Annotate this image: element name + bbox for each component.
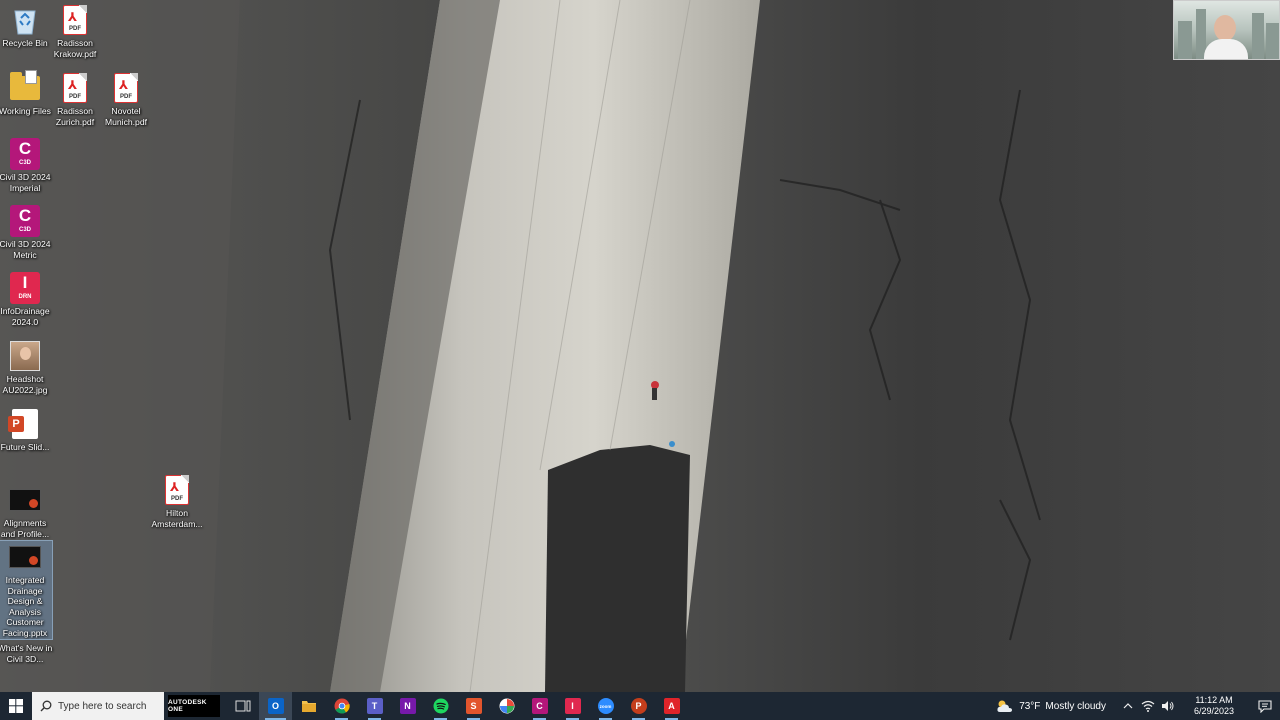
recycle-bin-icon	[9, 4, 41, 36]
desktop-icon-civil3d-metric[interactable]: C C3D Civil 3D 2024 Metric	[0, 205, 52, 260]
search-icon	[40, 700, 52, 712]
snagit-icon: S	[465, 698, 482, 714]
zoom-icon: zoom	[597, 698, 614, 714]
desktop-icon-alignments[interactable]: Alignments and Profile...	[0, 484, 52, 539]
outlook-icon: O	[267, 698, 284, 714]
desktop-icon-future-slides[interactable]: P Future Slid...	[0, 408, 52, 453]
search-placeholder: Type here to search	[58, 700, 147, 712]
desktop-icon-working-files[interactable]: Working Files	[0, 70, 52, 117]
taskbar-clock[interactable]: 11:12 AM 6/29/2023	[1178, 695, 1250, 717]
pdf-file-icon: ⅄ PDF	[59, 72, 91, 104]
notification-center-button[interactable]	[1250, 699, 1280, 713]
desktop-icon-label: Alignments and Profile...	[0, 518, 50, 539]
acrobat-icon: A	[663, 698, 680, 714]
spotify-icon	[433, 698, 448, 714]
desktop-icon-pdf-munich[interactable]: ⅄ PDF Novotel Munich.pdf	[99, 72, 153, 127]
windows-logo-icon	[9, 699, 23, 713]
taskbar-snagit[interactable]: S	[457, 692, 490, 720]
desktop-icon-recycle-bin[interactable]: Recycle Bin	[0, 4, 52, 49]
clock-date: 6/29/2023	[1193, 706, 1235, 716]
powerpoint-icon: P	[630, 698, 647, 714]
infodrainage-icon: I	[564, 698, 581, 714]
infodrainage-app-icon: I DRN	[9, 272, 41, 304]
globe-app-icon	[499, 698, 514, 714]
volume-speaker-icon[interactable]	[1160, 698, 1176, 714]
weather-widget[interactable]: 73°F Mostly cloudy	[996, 699, 1106, 713]
civil3d-icon: C	[531, 698, 548, 714]
civil3d-app-icon: C C3D	[9, 205, 41, 237]
desktop-icon-whats-new[interactable]: What's New in Civil 3D...	[0, 641, 52, 664]
desktop-icon-pdf-krakow[interactable]: ⅄ PDF Radisson Krakow.pdf	[48, 4, 102, 59]
folder-icon	[9, 70, 41, 104]
notification-icon	[1258, 699, 1272, 713]
taskbar-civil3d[interactable]: C	[523, 692, 556, 720]
pdf-file-icon: ⅄ PDF	[110, 72, 142, 104]
desktop-wallpaper	[0, 0, 1280, 692]
desktop-icon-label: Headshot AU2022.jpg	[2, 374, 48, 395]
taskbar-spotify[interactable]	[424, 692, 457, 720]
desktop-icon-headshot[interactable]: Headshot AU2022.jpg	[0, 340, 52, 395]
webcam-overlay	[1173, 0, 1280, 60]
desktop-icon-label: Civil 3D 2024 Imperial	[0, 172, 51, 193]
desktop-icon-pdf-zurich[interactable]: ⅄ PDF Radisson Zurich.pdf	[48, 72, 102, 127]
desktop-icon-label: Integrated Drainage Design & Analysis Cu…	[2, 575, 48, 638]
taskbar-acrobat[interactable]: A	[655, 692, 688, 720]
taskbar-search-box[interactable]: Type here to search	[32, 692, 164, 720]
taskbar-chrome[interactable]	[325, 692, 358, 720]
desktop-icon-label: Civil 3D 2024 Metric	[0, 239, 51, 260]
chrome-icon	[334, 698, 350, 714]
desktop-icon-label: InfoDrainage 2024.0	[0, 306, 50, 327]
pdf-file-icon: ⅄ PDF	[59, 4, 91, 36]
presentation-thumbnail-icon	[9, 484, 41, 516]
taskbar-infodrainage[interactable]: I	[556, 692, 589, 720]
clock-time: 11:12 AM	[1195, 695, 1233, 705]
powerpoint-file-icon: P	[8, 408, 41, 440]
taskbar-onenote[interactable]: N	[391, 692, 424, 720]
taskbar-task-view[interactable]	[226, 692, 259, 720]
taskbar-outlook[interactable]: O	[259, 692, 292, 720]
show-hidden-icons-chevron-icon[interactable]	[1120, 698, 1136, 714]
pdf-file-icon: ⅄ PDF	[161, 474, 193, 506]
system-tray: 73°F Mostly cloudy 11:12 AM 6/29/2023	[996, 692, 1280, 720]
taskbar: Type here to search AUTODESK ONE O T N S…	[0, 692, 1280, 720]
taskbar-file-explorer[interactable]	[292, 692, 325, 720]
folder-icon	[301, 701, 316, 712]
presentation-thumbnail-icon	[9, 541, 41, 573]
cloud-sun-icon	[997, 700, 1013, 712]
weather-temperature: 73°F	[1019, 700, 1041, 712]
autodesk-one-button[interactable]: AUTODESK ONE	[168, 695, 220, 717]
network-wifi-icon[interactable]	[1140, 698, 1156, 714]
taskbar-powerpoint[interactable]: P	[622, 692, 655, 720]
desktop-icon-label: What's New in Civil 3D...	[0, 643, 53, 664]
desktop-icon-infodrainage[interactable]: I DRN InfoDrainage 2024.0	[0, 272, 52, 327]
desktop-icon-label: Radisson Krakow.pdf	[53, 38, 97, 59]
desktop-icon-pdf-hilton[interactable]: ⅄ PDF Hilton Amsterdam...	[150, 474, 204, 529]
image-file-icon	[9, 340, 41, 372]
taskbar-teams[interactable]: T	[358, 692, 391, 720]
taskbar-zoom[interactable]: zoom	[589, 692, 622, 720]
task-view-icon	[235, 700, 250, 712]
desktop-icon-civil3d-imperial[interactable]: C C3D Civil 3D 2024 Imperial	[0, 138, 52, 193]
desktop-icon-label: Future Slid...	[0, 442, 50, 452]
taskbar-globe-app[interactable]	[490, 692, 523, 720]
desktop-icon-label: Novotel Munich.pdf	[104, 106, 148, 127]
desktop-icon-label: Radisson Zurich.pdf	[55, 106, 95, 127]
desktop-icon-integrated-drainage[interactable]: Integrated Drainage Design & Analysis Cu…	[0, 540, 53, 640]
weather-condition: Mostly cloudy	[1045, 700, 1106, 712]
teams-icon: T	[366, 698, 383, 714]
civil3d-app-icon: C C3D	[9, 138, 41, 170]
onenote-icon: N	[399, 698, 416, 714]
desktop-icon-label: Hilton Amsterdam...	[151, 508, 203, 529]
start-button[interactable]	[0, 692, 32, 720]
